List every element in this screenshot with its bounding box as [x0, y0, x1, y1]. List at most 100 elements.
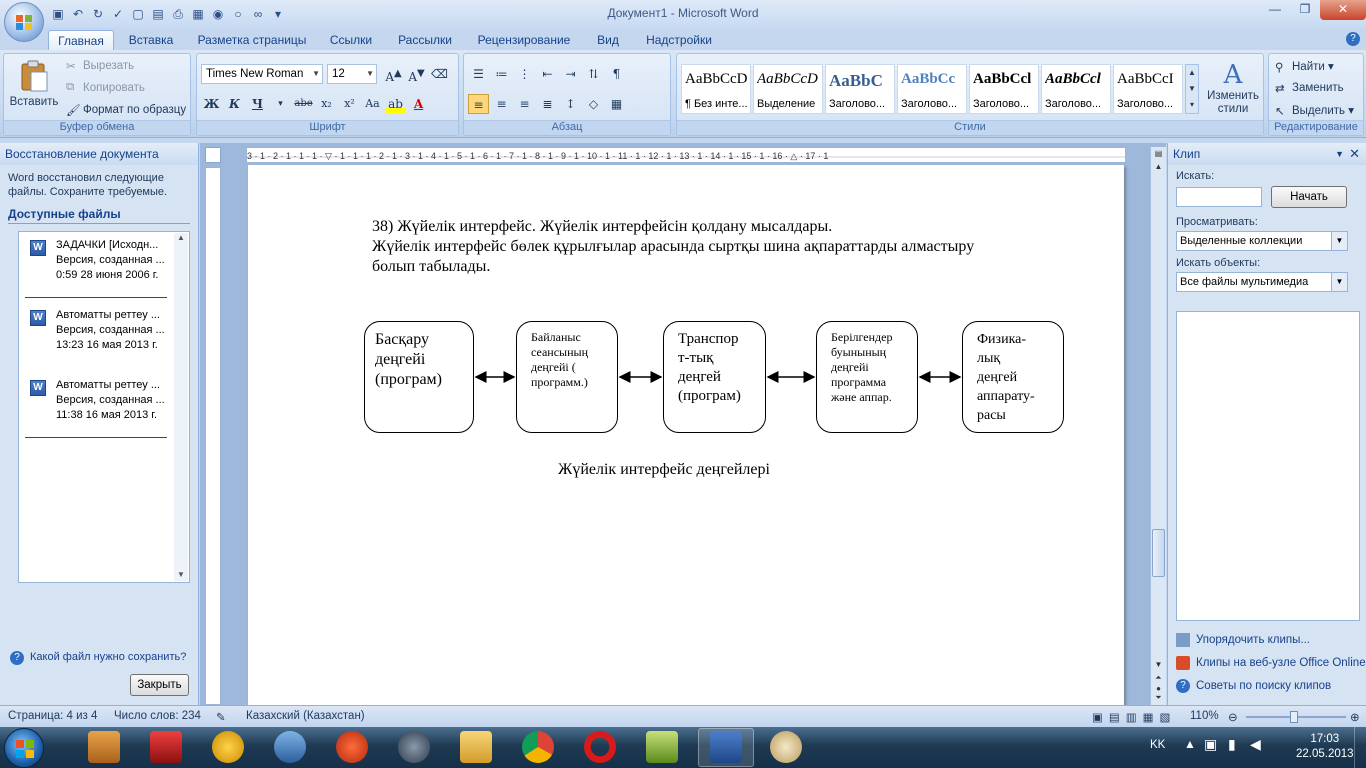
close-recovery-button[interactable]: Закрыть — [130, 674, 189, 696]
multilevel-list-icon[interactable]: ⋮ — [514, 64, 535, 84]
line-spacing-icon[interactable]: ↕ — [560, 94, 581, 114]
scroll-up-icon[interactable]: ▲ — [1151, 162, 1166, 171]
numbering-icon[interactable]: ≔ — [491, 64, 512, 84]
subscript-button[interactable]: x₂ — [316, 94, 337, 114]
maximize-button[interactable]: ❐ — [1290, 0, 1320, 20]
list-scrollbar[interactable]: ▲ ▼ — [174, 233, 188, 581]
scrollbar-thumb[interactable] — [1152, 529, 1165, 577]
list-item[interactable]: W Автоматты реттеу ... Версия, созданная… — [25, 378, 175, 440]
grow-font-icon[interactable]: A▲ — [383, 64, 404, 84]
font-size-combo[interactable]: 12 ▼ — [327, 64, 377, 84]
paste-button[interactable]: Вставить — [8, 58, 60, 118]
tab-selector[interactable] — [205, 147, 221, 163]
decrease-indent-icon[interactable]: ⇤ — [537, 64, 558, 84]
chrome-app-icon[interactable] — [522, 731, 554, 763]
select-button[interactable]: ↖ Выделить ▾ — [1275, 103, 1354, 118]
document-page[interactable]: 38) Жүйелік интерфейс. Жүйелік интерфейс… — [248, 165, 1124, 705]
style-heading-5[interactable]: AaBbCcI Заголово... — [1113, 64, 1183, 114]
paint-app-icon[interactable] — [770, 731, 802, 763]
language[interactable]: Казахский (Казахстан) — [246, 710, 365, 722]
tab-view[interactable]: Вид — [588, 30, 628, 50]
tab-page-layout[interactable]: Разметка страницы — [192, 30, 312, 50]
proofing-icon[interactable]: ✎ — [216, 710, 226, 724]
minimize-button[interactable]: — — [1260, 0, 1290, 20]
help-link[interactable]: ? Какой файл нужно сохранить? — [10, 651, 186, 665]
font-color-icon[interactable]: A — [408, 94, 429, 114]
ccleaner-app-icon[interactable] — [336, 731, 368, 763]
clip-results[interactable] — [1176, 311, 1360, 621]
zoom-slider-thumb[interactable] — [1290, 711, 1298, 723]
style-heading-4[interactable]: AaBbCcl Заголово... — [1041, 64, 1111, 114]
vertical-scrollbar[interactable]: ▤ ▲ ▼ ⏶ ● ⏷ — [1150, 147, 1166, 705]
close-button[interactable]: ✕ — [1320, 0, 1366, 20]
borders-icon[interactable]: ▦ — [606, 94, 627, 114]
close-icon[interactable]: ✕ — [1349, 143, 1360, 165]
increase-indent-icon[interactable]: ⇥ — [560, 64, 581, 84]
italic-button[interactable]: К — [224, 94, 245, 114]
start-button[interactable] — [4, 728, 44, 768]
show-hidden-icons-icon[interactable]: ▲ — [1184, 737, 1196, 768]
zoom-slider[interactable] — [1246, 711, 1346, 723]
tab-insert[interactable]: Вставка — [122, 30, 180, 50]
tab-home[interactable]: Главная — [48, 30, 114, 50]
word-count[interactable]: Число слов: 234 — [114, 710, 201, 722]
steam-app-icon[interactable] — [398, 731, 430, 763]
clock[interactable]: 17:03 22.05.2013 — [1296, 732, 1354, 768]
previous-page-icon[interactable]: ⏶ — [1151, 673, 1166, 683]
show-desktop-button[interactable] — [1354, 727, 1366, 768]
list-item[interactable]: W ЗАДАЧКИ [Исходн... Версия, созданная .… — [25, 238, 175, 300]
highlight-icon[interactable]: ab — [385, 94, 406, 114]
justify-icon[interactable]: ≣ — [537, 94, 558, 114]
view-ruler-icon[interactable]: ▤ — [1151, 149, 1166, 158]
align-right-icon[interactable]: ≡ — [514, 94, 535, 114]
office-button[interactable] — [4, 2, 44, 42]
list-item[interactable]: W Автоматты реттеу ... Версия, созданная… — [25, 308, 175, 370]
format-painter-button[interactable]: 🖌 Формат по образцу — [66, 103, 186, 117]
pilcrow-icon[interactable]: ¶ — [606, 64, 627, 84]
copy-button[interactable]: ⧉ Копировать — [66, 81, 145, 95]
organize-clips-link[interactable]: Упорядочить клипы... — [1176, 633, 1310, 647]
media-type-select[interactable]: Все файлы мультимедиа ▼ — [1176, 272, 1348, 292]
tab-mailings[interactable]: Рассылки — [392, 30, 458, 50]
next-page-icon[interactable]: ⏷ — [1151, 693, 1166, 703]
network-icon[interactable]: ▣ — [1204, 736, 1217, 768]
view-buttons[interactable]: ▣▤▥▦▧ — [1092, 710, 1176, 724]
tab-references[interactable]: Ссылки — [322, 30, 380, 50]
underline-button[interactable]: Ч — [247, 94, 268, 114]
scroll-up-icon[interactable]: ▲ — [174, 233, 188, 242]
vertical-ruler[interactable] — [205, 167, 221, 705]
styles-scroll[interactable]: ▲ ▼ ▾ — [1185, 64, 1199, 114]
font-name-combo[interactable]: Times New Roman ▼ — [201, 64, 323, 84]
page-count[interactable]: Страница: 4 из 4 — [8, 710, 97, 722]
replace-button[interactable]: ⇄ Заменить — [1275, 81, 1344, 95]
shrink-font-icon[interactable]: A▼ — [406, 64, 427, 84]
start-search-button[interactable]: Начать — [1271, 186, 1347, 208]
style-no-spacing[interactable]: AaBbCcD ¶ Без инте... — [681, 64, 751, 114]
sort-icon[interactable]: ⇅ — [583, 64, 604, 84]
media-app-icon[interactable] — [274, 731, 306, 763]
align-center-icon[interactable]: ≡ — [491, 94, 512, 114]
signal-icon[interactable]: ▮ — [1228, 736, 1236, 768]
find-button[interactable]: ⚲ Найти ▾ — [1275, 59, 1334, 74]
zoom-level[interactable]: 110% — [1190, 710, 1219, 722]
language-indicator[interactable]: KK — [1150, 739, 1165, 768]
browse-select[interactable]: Выделенные коллекции ▼ — [1176, 231, 1348, 251]
archive-app-icon[interactable] — [88, 731, 120, 763]
scroll-down-icon[interactable]: ▼ — [174, 570, 188, 579]
help-icon[interactable]: ? — [1346, 32, 1360, 46]
change-case-button[interactable]: Aa — [362, 94, 383, 114]
style-heading-1[interactable]: AaBbC Заголово... — [825, 64, 895, 114]
style-heading-2[interactable]: AaBbCc Заголово... — [897, 64, 967, 114]
tab-addins[interactable]: Надстройки — [640, 30, 718, 50]
word-app-icon[interactable] — [710, 731, 742, 763]
superscript-button[interactable]: x² — [339, 94, 360, 114]
shading-icon[interactable]: ◇ — [583, 94, 604, 114]
explorer-app-icon[interactable] — [460, 731, 492, 763]
zoom-in-icon[interactable]: ⊕ — [1350, 710, 1360, 724]
select-browse-object-icon[interactable]: ● — [1151, 684, 1166, 693]
clear-formatting-icon[interactable]: ⌫ — [429, 64, 450, 84]
align-left-icon[interactable]: ≡ — [468, 94, 489, 114]
style-emphasis[interactable]: AaBbCcD Выделение — [753, 64, 823, 114]
underline-dropdown-icon[interactable]: ▾ — [270, 94, 291, 114]
7zip-app-icon[interactable] — [646, 731, 678, 763]
